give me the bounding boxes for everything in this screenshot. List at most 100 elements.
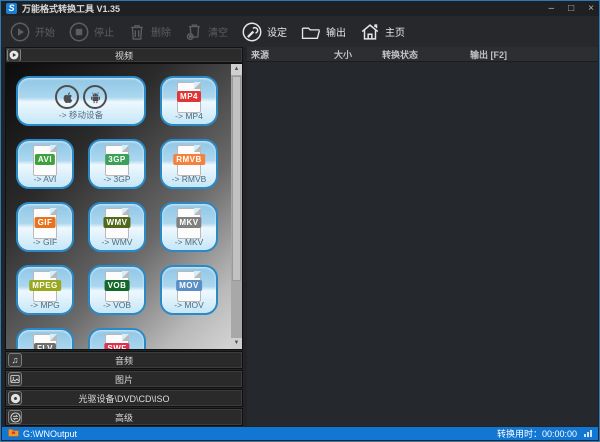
status-bar: G:\WNOutput 转换用时：00:00:00 — [2, 427, 598, 440]
tile-label: -> 移动设备 — [18, 109, 144, 121]
trash-clear-icon — [184, 22, 204, 42]
wrench-icon — [241, 21, 263, 43]
section-label: 图片 — [22, 373, 242, 386]
trash-icon — [127, 22, 147, 42]
title-bar: S 万能格式转换工具 V1.35 – □ × — [1, 1, 599, 16]
column-header-size[interactable]: 大小 — [334, 48, 382, 61]
tile-label: -> MPG — [18, 300, 72, 310]
vertical-scrollbar[interactable]: ▲ ▼ — [231, 64, 242, 349]
section-bar-image[interactable]: 图片 — [5, 370, 243, 388]
apple-icon — [55, 85, 79, 109]
section-bar-advanced[interactable]: 高级 — [5, 408, 243, 426]
format-badge: MP4 — [177, 91, 201, 102]
app-window: S 万能格式转换工具 V1.35 – □ × 开始 停止 删除 — [0, 0, 600, 442]
format-badge: VOB — [105, 280, 130, 291]
task-list-panel: 来源 大小 转换状态 输出 [F2] — [247, 47, 598, 426]
play-circle-icon — [9, 21, 31, 43]
signal-bars-icon — [584, 430, 592, 437]
section-label: 高级 — [22, 411, 242, 424]
swap-arrows-icon — [8, 410, 22, 424]
folder-icon — [300, 22, 322, 42]
section-label: 光驱设备\DVD\CD\ISO — [22, 392, 242, 405]
tile-label: -> WMV — [90, 237, 144, 247]
delete-button[interactable]: 删除 — [127, 22, 171, 42]
format-badge: AVI — [35, 154, 55, 165]
column-header-source[interactable]: 来源 — [247, 48, 334, 61]
format-tile-flv[interactable]: FLV — [16, 328, 74, 350]
window-title: 万能格式转换工具 V1.35 — [22, 2, 120, 15]
tile-label: -> MOV — [162, 300, 216, 310]
format-tile-mobile-devices[interactable]: -> 移动设备 — [16, 76, 146, 126]
format-tile-mpeg[interactable]: MPEG -> MPG — [16, 265, 74, 315]
play-icon — [7, 48, 21, 62]
clear-label: 清空 — [208, 24, 228, 39]
tile-label: -> GIF — [18, 237, 72, 247]
start-label: 开始 — [35, 24, 55, 39]
maximize-button[interactable]: □ — [568, 4, 574, 14]
section-bar-disc[interactable]: 光驱设备\DVD\CD\ISO — [5, 389, 243, 407]
app-logo-icon: S — [6, 3, 17, 14]
output-folder-icon — [8, 428, 19, 439]
format-tile-vob[interactable]: VOB -> VOB — [88, 265, 146, 315]
column-header-output[interactable]: 输出 [F2] — [470, 48, 598, 61]
stop-circle-icon — [68, 21, 90, 43]
tile-label: -> VOB — [90, 300, 144, 310]
format-badge: MPEG — [29, 280, 61, 291]
settings-button[interactable]: 设定 — [241, 21, 287, 43]
stop-label: 停止 — [94, 24, 114, 39]
home-button[interactable]: 主页 — [359, 21, 405, 43]
video-formats-panel: -> 移动设备 MP4 -> MP4 AVI -> AVI — [5, 63, 243, 350]
start-button[interactable]: 开始 — [9, 21, 55, 43]
toolbar: 开始 停止 删除 清空 设定 — [1, 16, 599, 47]
section-label: 音频 — [22, 354, 242, 367]
output-button[interactable]: 输出 — [300, 22, 346, 42]
format-badge: GIF — [35, 217, 56, 228]
format-badge: RMVB — [173, 154, 205, 165]
format-tile-avi[interactable]: AVI -> AVI — [16, 139, 74, 189]
scroll-down-icon[interactable]: ▼ — [231, 338, 242, 349]
output-label: 输出 — [326, 24, 346, 39]
stop-button[interactable]: 停止 — [68, 21, 114, 43]
tile-label: -> MKV — [162, 237, 216, 247]
section-bar-audio[interactable]: ♫ 音频 — [5, 351, 243, 369]
format-tile-wmv[interactable]: WMV -> WMV — [88, 202, 146, 252]
disc-icon — [8, 391, 22, 405]
section-header-video[interactable]: 视频 — [5, 47, 243, 63]
scrollbar-thumb[interactable] — [232, 76, 241, 281]
home-label: 主页 — [385, 24, 405, 39]
format-badge: MKV — [176, 217, 201, 228]
tile-label: -> RMVB — [162, 174, 216, 184]
home-icon — [359, 21, 381, 43]
output-path: G:\WNOutput — [23, 429, 77, 439]
tile-label: -> MP4 — [162, 111, 216, 121]
column-header-status[interactable]: 转换状态 — [382, 48, 470, 61]
format-tile-mov[interactable]: MOV -> MOV — [160, 265, 218, 315]
format-tile-rmvb[interactable]: RMVB -> RMVB — [160, 139, 218, 189]
format-badge: MOV — [176, 280, 202, 291]
format-tile-3gp[interactable]: 3GP -> 3GP — [88, 139, 146, 189]
minimize-button[interactable]: – — [549, 4, 555, 14]
format-tile-mkv[interactable]: MKV -> MKV — [160, 202, 218, 252]
tile-label: -> AVI — [18, 174, 72, 184]
format-tile-swf[interactable]: SWF — [88, 328, 146, 350]
format-badge: FLV — [34, 343, 56, 350]
clear-button[interactable]: 清空 — [184, 22, 228, 42]
format-tile-mp4[interactable]: MP4 -> MP4 — [160, 76, 218, 126]
delete-label: 删除 — [151, 24, 171, 39]
settings-label: 设定 — [267, 24, 287, 39]
format-badge: 3GP — [105, 154, 129, 165]
scroll-up-icon[interactable]: ▲ — [231, 64, 242, 75]
task-table-body[interactable] — [247, 62, 598, 426]
image-icon — [8, 372, 22, 386]
section-label-video: 视频 — [21, 49, 242, 62]
tile-label: -> 3GP — [90, 174, 144, 184]
format-badge: WMV — [103, 217, 130, 228]
elapsed-time: 转换用时：00:00:00 — [497, 427, 577, 440]
music-note-icon: ♫ — [8, 353, 22, 367]
android-icon — [83, 85, 107, 109]
close-button[interactable]: × — [588, 4, 594, 14]
sidebar: 视频 -> 移动设备 — [5, 47, 243, 426]
format-tile-gif[interactable]: GIF -> GIF — [16, 202, 74, 252]
table-header: 来源 大小 转换状态 输出 [F2] — [247, 47, 598, 62]
format-badge: SWF — [104, 343, 129, 350]
